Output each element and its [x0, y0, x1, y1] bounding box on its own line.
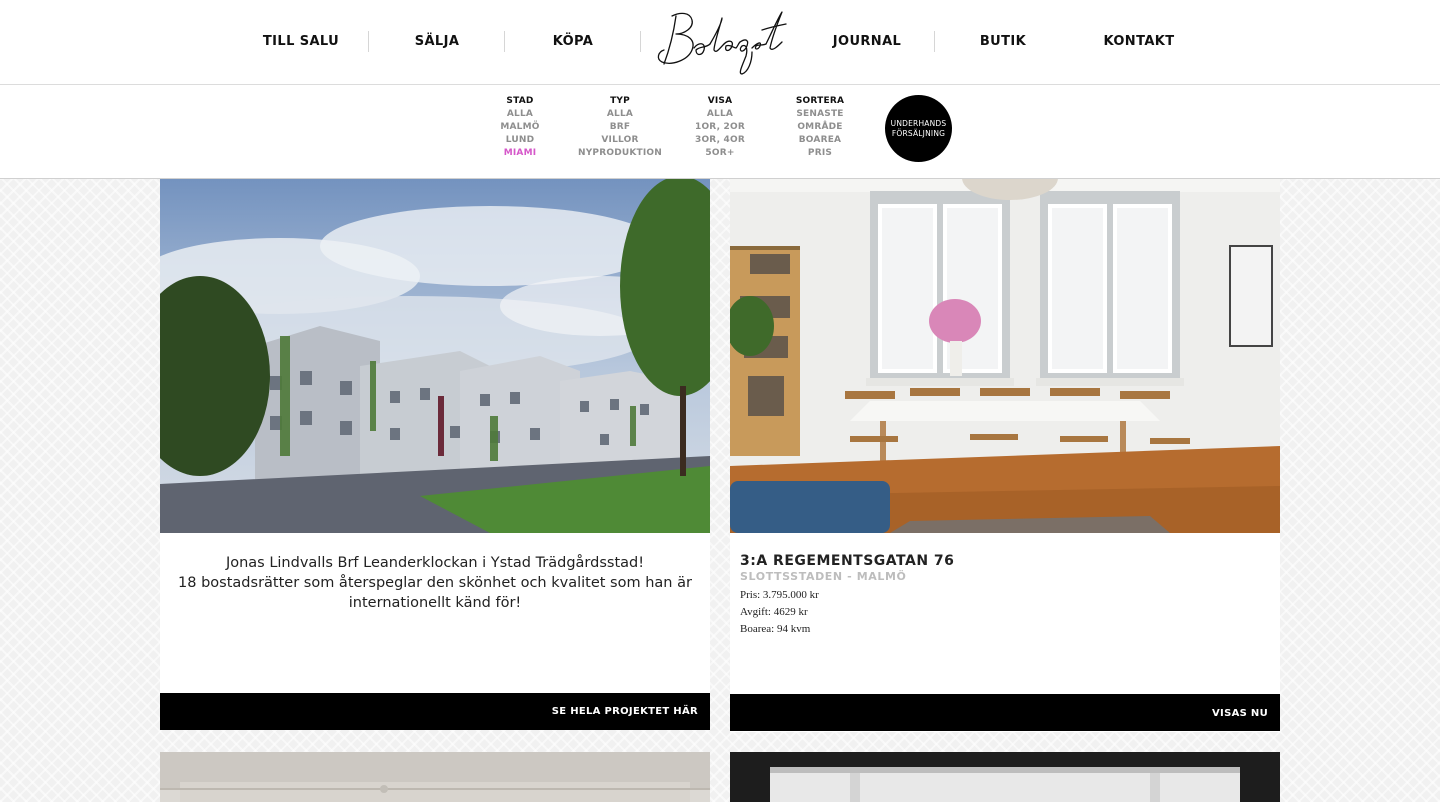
filter-bar: STAD ALLA MALMÖ LUND MIAMI TYP ALLA BRF … [0, 85, 1440, 179]
listing-fee: Avgift: 4629 kr [740, 606, 808, 618]
see-project-button[interactable]: SE HELA PROJEKTET HÄR [160, 693, 710, 730]
listing-area: SLOTTSSTADEN - MALMÖ [740, 570, 907, 583]
project-text-line: 18 bostadsrätter som återspeglar den skö… [178, 575, 692, 591]
sort-option-pris[interactable]: PRIS [770, 147, 870, 160]
filter-heading-sortera: SORTERA [795, 96, 845, 106]
listing-price: Pris: 3.795.000 kr [740, 589, 819, 601]
filter-sortera: SORTERA SENASTE OMRÅDE BOAREA PRIS [770, 95, 870, 160]
nav-salja[interactable]: SÄLJA [369, 34, 505, 49]
project-text-line: internationellt känd för! [348, 595, 522, 611]
filter-option-1-2-rooms[interactable]: 1OR, 2OR [670, 121, 770, 134]
project-card: Jonas Lindvalls Brf Leanderklockan i Yst… [160, 166, 710, 730]
listing-card[interactable] [730, 752, 1280, 802]
filter-option-brf[interactable]: BRF [570, 121, 670, 134]
listing-card: 3:A REGEMENTSGATAN 76 SLOTTSSTADEN - MAL… [730, 166, 1280, 732]
filter-visa: VISA ALLA 1OR, 2OR 3OR, 4OR 5OR+ [670, 95, 770, 160]
project-text: Jonas Lindvalls Brf Leanderklockan i Yst… [170, 553, 700, 613]
filter-heading-typ: TYP [610, 96, 630, 106]
bolaget-logo[interactable] [650, 4, 790, 78]
filter-option-3-4-rooms[interactable]: 3OR, 4OR [670, 134, 770, 147]
filter-heading-stad: STAD [506, 96, 534, 106]
nav-butik[interactable]: BUTIK [935, 34, 1071, 49]
filter-stad: STAD ALLA MALMÖ LUND MIAMI [470, 95, 570, 160]
building-render-image [160, 166, 710, 533]
filter-option-lund[interactable]: LUND [470, 134, 570, 147]
filter-option-alla[interactable]: ALLA [670, 108, 770, 121]
sort-option-omrade[interactable]: OMRÅDE [770, 121, 870, 134]
listing-card[interactable] [160, 752, 710, 802]
nav-till-salu[interactable]: TILL SALU [233, 34, 369, 49]
listing-image[interactable] [730, 166, 1280, 533]
filter-option-alla[interactable]: ALLA [470, 108, 570, 121]
filter-typ: TYP ALLA BRF VILLOR NYPRODUKTION [570, 95, 670, 160]
main-header: TILL SALU SÄLJA KÖPA JOURNAL BUTIK KONTA… [0, 0, 1440, 85]
nav-kontakt[interactable]: KONTAKT [1071, 34, 1207, 49]
underhand-label-line2: FÖRSÄLJNING [891, 128, 946, 138]
project-headline: Jonas Lindvalls Brf Leanderklockan i Yst… [225, 555, 645, 571]
filter-option-miami[interactable]: MIAMI [470, 147, 570, 160]
filter-option-nyproduktion[interactable]: NYPRODUKTION [570, 147, 670, 160]
listing-address[interactable]: 3:A REGEMENTSGATAN 76 [740, 553, 954, 569]
nav-divider [640, 31, 641, 52]
underhand-label-line1: UNDERHANDS [890, 118, 947, 128]
filter-option-5-plus-rooms[interactable]: 5OR+ [670, 147, 770, 160]
listing-image [160, 752, 710, 802]
dining-room-image [730, 166, 1280, 533]
listing-details: 3:A REGEMENTSGATAN 76 SLOTTSSTADEN - MAL… [730, 533, 1280, 693]
listing-size: Boarea: 94 kvm [740, 623, 811, 635]
project-image[interactable] [160, 166, 710, 533]
filter-option-malmo[interactable]: MALMÖ [470, 121, 570, 134]
filter-heading-visa: VISA [707, 96, 733, 106]
nav-kopa[interactable]: KÖPA [505, 34, 641, 49]
underhand-sale-button[interactable]: UNDERHANDS FÖRSÄLJNING [885, 95, 952, 162]
sort-option-boarea[interactable]: BOAREA [770, 134, 870, 147]
showing-now-button[interactable]: VISAS NU [730, 694, 1280, 731]
nav-journal[interactable]: JOURNAL [799, 34, 935, 49]
listing-image [730, 752, 1280, 802]
sort-option-senaste[interactable]: SENASTE [770, 108, 870, 121]
project-description: Jonas Lindvalls Brf Leanderklockan i Yst… [160, 533, 710, 693]
bolaget-logo-script [657, 11, 787, 75]
filter-option-villor[interactable]: VILLOR [570, 134, 670, 147]
filter-option-alla[interactable]: ALLA [570, 108, 670, 121]
